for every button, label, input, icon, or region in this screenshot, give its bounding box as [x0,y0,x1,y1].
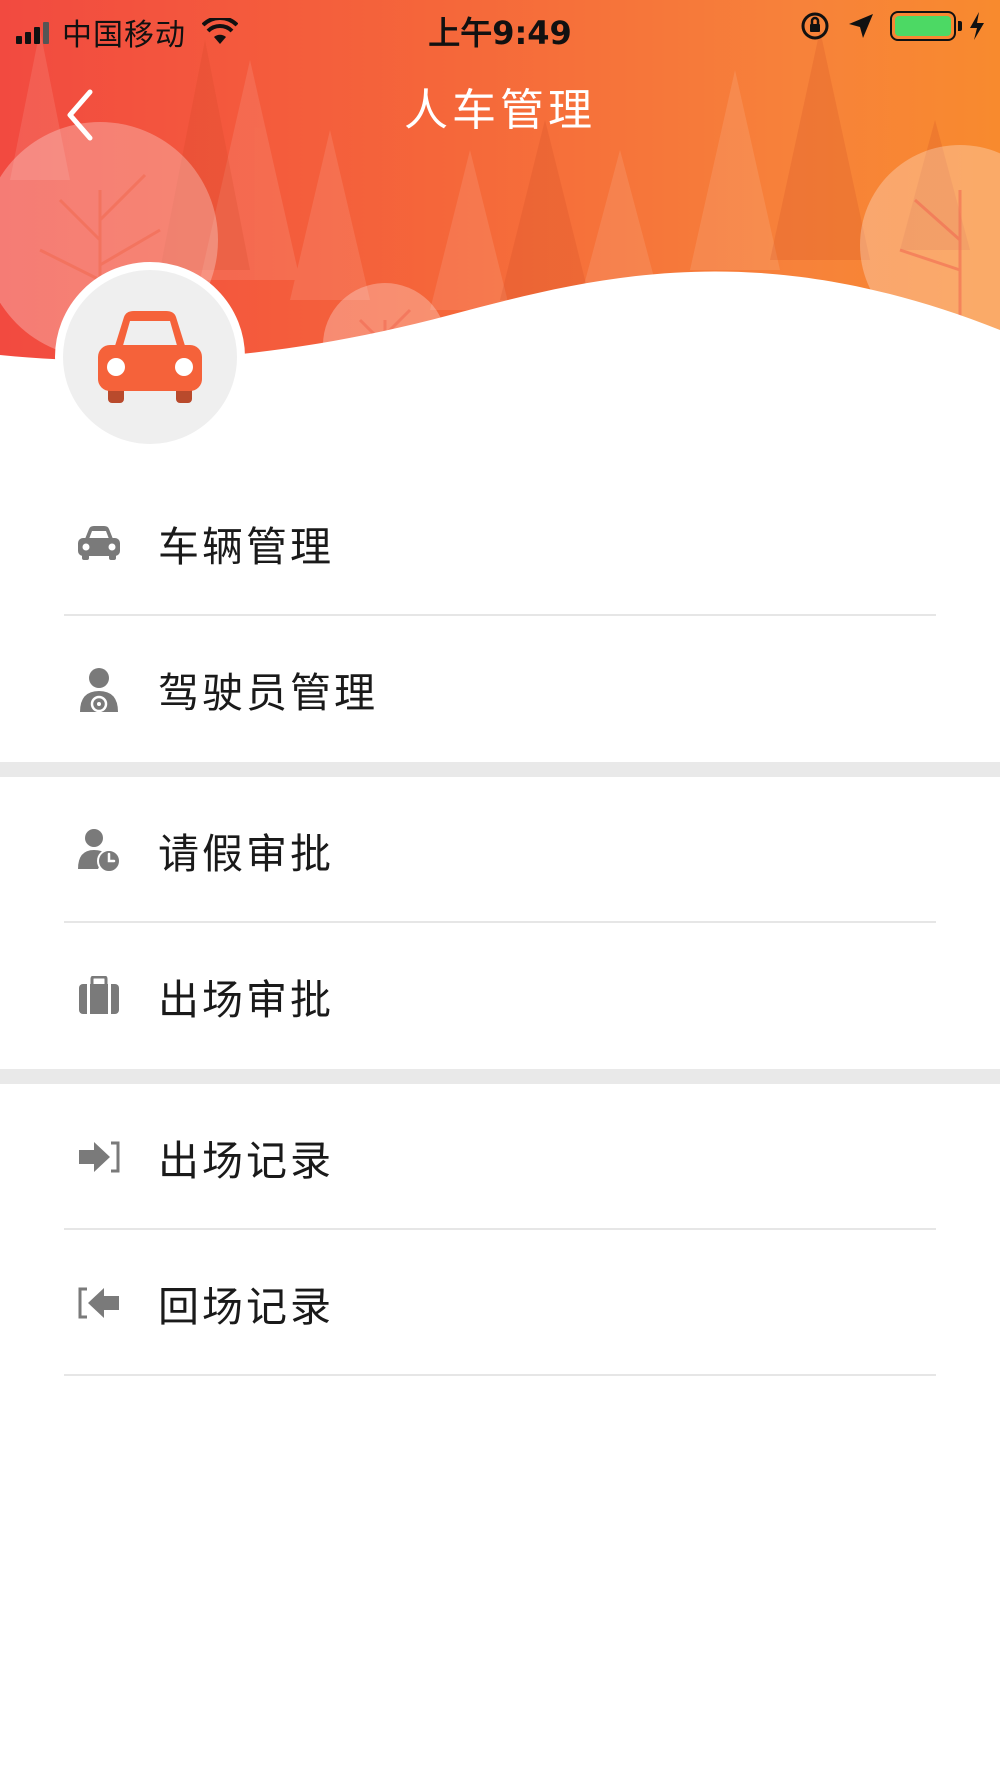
menu-item-vehicle-management[interactable]: 车辆管理 [0,470,1000,616]
menu-item-label: 车辆管理 [158,523,334,571]
menu-item-label: 请假审批 [158,830,334,878]
charging-bolt-icon [970,12,984,40]
screen: 中国移动 上午9:49 人车管理 车辆管理 驾驶员管理 请假审批 出场审批 出场… [0,0,1000,1778]
orientation-lock-icon [801,12,829,40]
menu-item-return-records[interactable]: 回场记录 [0,1230,1000,1376]
menu-group-records: 出场记录 回场记录 [0,1084,1000,1376]
menu-group-personnel: 车辆管理 驾驶员管理 [0,470,1000,762]
menu-item-label: 出场审批 [158,976,334,1024]
menu-item-exit-records[interactable]: 出场记录 [0,1084,1000,1230]
return-icon [74,1278,124,1328]
battery-icon [890,11,962,41]
menu-item-leave-approval[interactable]: 请假审批 [0,777,1000,923]
page-title: 人车管理 [404,85,596,136]
car-avatar-icon [98,311,202,403]
menu-list: 车辆管理 驾驶员管理 请假审批 出场审批 出场记录 回场记录 [0,470,1000,1376]
menu-item-label: 出场记录 [158,1137,334,1185]
menu-item-exit-approval[interactable]: 出场审批 [0,923,1000,1069]
section-separator [0,762,1000,777]
status-bar: 中国移动 上午9:49 [0,0,1000,56]
briefcase-icon [74,971,124,1021]
driver-icon [74,664,124,714]
avatar [55,262,245,452]
divider [64,1374,936,1376]
menu-item-label: 回场记录 [158,1283,334,1331]
status-right [800,11,986,41]
exit-icon [74,1132,124,1182]
section-separator [0,1069,1000,1084]
location-arrow-icon [849,14,873,38]
car-icon [74,518,124,568]
leave-approval-icon [74,825,124,875]
menu-item-driver-management[interactable]: 驾驶员管理 [0,616,1000,762]
menu-group-approvals: 请假审批 出场审批 [0,777,1000,1069]
menu-item-label: 驾驶员管理 [158,669,378,717]
